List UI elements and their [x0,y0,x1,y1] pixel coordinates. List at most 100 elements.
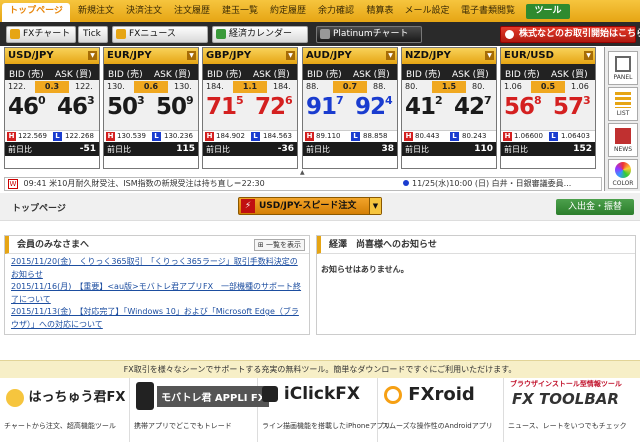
news-calendar-item[interactable]: 11/25(水)10:00 (日) 白井・日銀審議委員... [403,178,571,190]
tools-banner: FX取引を様々なシーンでサポートする充実の無料ツール。簡単なダウンロードですぐに… [0,360,640,378]
low-badge: L [251,132,260,141]
fx-news-button[interactable]: FXニュース [112,26,208,43]
bid-label: BID (売) [207,70,242,80]
calendar-label: 経済カレンダー [229,29,293,39]
pair-label: AUD/JPY [306,50,352,61]
ask-price: 463 [57,94,95,120]
bid-label: BID (売) [406,70,441,80]
dropdown-arrow-icon[interactable]: ▼ [88,51,97,60]
currency-pair-select[interactable]: NZD/JPY ▼ [402,48,496,64]
news-calendar-text: 11/25(水)10:00 (日) 白井・日銀審議委員... [412,179,572,188]
dropdown-arrow-icon[interactable]: ▼ [187,51,196,60]
notice-item[interactable]: 2015/11/13(金) 【対応完了】「Windows 10」および「Micr… [5,306,309,331]
iclickfx-name: iClickFX [283,384,360,404]
news-button[interactable]: NEWS [608,123,638,157]
deposit-button[interactable]: 入出金・振替 [556,199,634,215]
news-ticker[interactable]: W 09:41 米10月耐久財受注、ISM指数の新規受注は持ち直し＝22:30 … [4,177,602,191]
currency-pair-select[interactable]: GBP/JPY ▼ [203,48,297,64]
rate-panel[interactable]: NZD/JPY ▼ BID (売) ASK (買) 80. 412 80. 427 1.5 H 80… [401,47,497,169]
pair-label: GBP/JPY [206,50,252,61]
low-value: 122.268 [65,132,94,140]
high-badge: H [404,132,413,141]
personal-header: 経澤 尚喜様へのお知らせ [317,236,635,254]
currency-pair-select[interactable]: EUR/USD ▼ [501,48,595,64]
bid-pip: 5 [236,94,244,107]
tab-margin[interactable]: 余力確認 [312,3,360,20]
bid-prefix: 80. [405,82,418,91]
rate-panel[interactable]: USD/JPY ▼ BID (売) ASK (買) 122. 460 122. 463 0.3 H… [4,47,100,169]
bid-prefix: 130. [107,82,125,91]
rate-panel[interactable]: EUR/USD ▼ BID (売) ASK (買) 1.06 568 1.06 573 0.5 H… [500,47,596,169]
tools-button[interactable]: ツール [526,4,570,19]
tab-mail-settings[interactable]: メール設定 [400,3,454,20]
diff-label: 前日比 [206,145,230,154]
dropdown-arrow-icon[interactable]: ▼ [369,198,381,214]
news-headline[interactable]: 09:41 米10月耐久財受注、ISM指数の新規受注は持ち直し＝22:30 [24,179,265,188]
ask-label: ASK (買) [353,70,390,80]
tab-top[interactable]: トップページ [2,3,70,22]
diff-value: 115 [176,144,195,154]
dropdown-arrow-icon[interactable]: ▼ [386,51,395,60]
ask-label: ASK (買) [154,70,191,80]
diff-value: 110 [474,144,493,154]
ask-pip: 6 [285,94,293,107]
high-low-row: H 130.539 L 130.236 [104,130,198,142]
stock-promo-label: 株式などのお取引開始はこちら [519,29,640,39]
calendar-button[interactable]: 経済カレンダー [212,26,308,43]
page-title: トップページ [12,204,66,214]
bid-price: 715 [206,94,244,120]
tab-positions[interactable]: 建玉一覧 [216,3,264,20]
tick-button[interactable]: Tick [78,26,108,43]
panel-view-button[interactable]: PANEL [608,51,638,85]
spread-badge: 1.5 [432,81,466,93]
tool-fx-toolbar[interactable]: ブラウザインストール型情報ツール FX TOOLBAR ニュース、レートをいつで… [504,378,640,442]
rate-panel[interactable]: GBP/JPY ▼ BID (売) ASK (買) 184. 715 184. 726 1.1 H… [202,47,298,169]
tool-hacchu-kun[interactable]: はっちゅう君FX チャートから注文、超高機能ツール [0,378,130,442]
tool-desc: ニュース、レートをいつでもチェック [508,422,627,430]
tool-mobatore[interactable]: モバトレ君 APPLI FX 携帯アプリでどこでもトレード [130,378,270,442]
tool-fxroid[interactable]: FXroid スムーズな操作性のAndroidアプリ [378,378,504,442]
bid-price: 568 [504,94,542,120]
ask-pip: 3 [583,94,591,107]
bid-prefix: 88. [306,82,319,91]
tab-execution-history[interactable]: 約定履歴 [264,3,312,20]
tab-new-order[interactable]: 新規注文 [72,3,120,20]
dropdown-arrow-icon[interactable]: ▼ [286,51,295,60]
rate-panel[interactable]: EUR/JPY ▼ BID (売) ASK (買) 130. 503 130. 509 0.6 H… [103,47,199,169]
currency-pair-select[interactable]: EUR/JPY ▼ [104,48,198,64]
tab-e-documents[interactable]: 電子書類閲覧 [456,3,520,20]
high-low-row: H 80.443 L 80.243 [402,130,496,142]
bid-label: BID (売) [307,70,342,80]
collapse-arrow-icon[interactable]: ▲ [300,170,308,176]
bid-price: 412 [405,94,443,120]
plus-icon: ⊞ [257,241,266,249]
iclick-icon [262,386,278,402]
currency-pair-select[interactable]: USD/JPY ▼ [5,48,99,64]
currency-pair-select[interactable]: AUD/JPY ▼ [303,48,397,64]
diff-label: 前日比 [405,145,429,154]
list-all-button[interactable]: ⊞ 一覧を表示 [253,239,305,251]
rate-panel[interactable]: AUD/JPY ▼ BID (売) ASK (買) 88. 917 88. 924 0.7 H 89… [302,47,398,169]
fx-chart-button[interactable]: FXチャート [6,26,76,43]
tab-close-order[interactable]: 決済注文 [120,3,168,20]
tool-iclickfx[interactable]: iClickFX ライン描画機能を搭載したiPhoneアプリ [258,378,391,442]
dropdown-arrow-icon[interactable]: ▼ [485,51,494,60]
list-view-button[interactable]: LIST [608,87,638,121]
tab-settlement[interactable]: 精算表 [360,3,400,20]
color-button[interactable]: COLOR [608,159,638,189]
ask-prefix: 130. [174,82,192,91]
speed-order-button[interactable]: ⚡ USD/JPY-スピード注文 ▼ [238,197,382,215]
spread-badge: 0.7 [333,81,367,93]
bid-label: BID (売) [505,70,540,80]
ask-prefix: 1.06 [571,82,589,91]
no-notices-text: お知らせはありません。 [321,265,409,274]
dropdown-arrow-icon[interactable]: ▼ [584,51,593,60]
stock-promo-button[interactable]: 株式などのお取引開始はこちら [500,26,640,43]
tab-order-history[interactable]: 注文履歴 [168,3,216,20]
toolbar-tagline: ブラウザインストール型情報ツール [510,380,622,388]
notice-item[interactable]: 2015/11/16(月) 【重要】<au版>モバトレ君アプリFX 一部機種のサ… [5,281,309,306]
diff-value: -36 [277,144,294,154]
platinum-chart-button[interactable]: Platinumチャート [316,26,422,43]
notice-item[interactable]: 2015/11/20(金) くりっく365取引 「くりっく365ラージ」取引手数… [5,256,309,281]
hacchu-logo: はっちゅう君FX [6,386,125,416]
